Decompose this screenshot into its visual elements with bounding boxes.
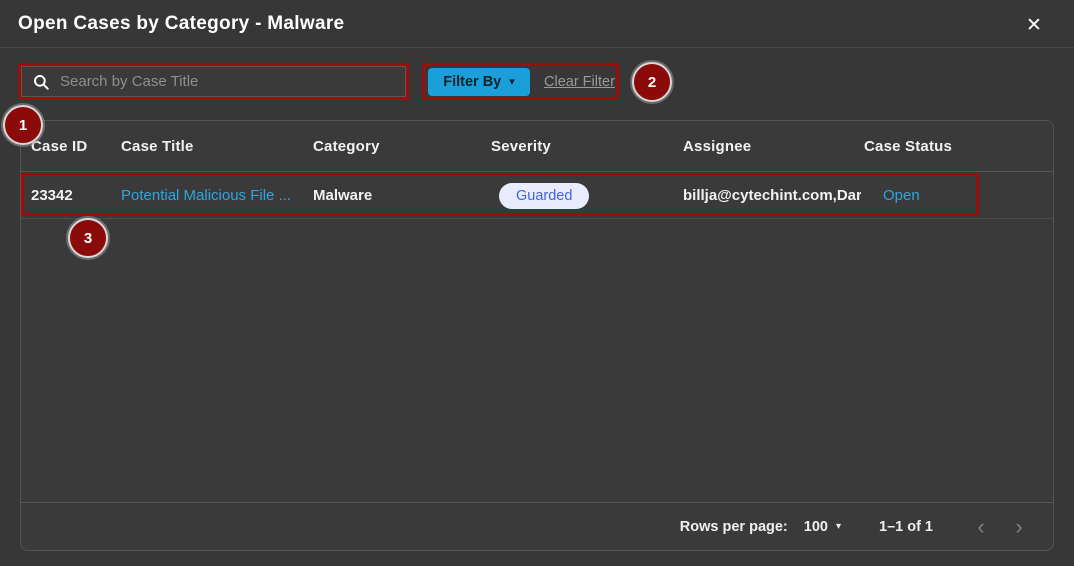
- modal-header: Open Cases by Category - Malware: [0, 0, 1074, 48]
- case-title-link[interactable]: Potential Malicious File ...: [121, 187, 291, 204]
- cell-assignee: billja@cytechint.com,Dar...: [683, 172, 861, 219]
- case-status-link[interactable]: Open: [883, 187, 920, 204]
- annotation-circle-3: 3: [68, 218, 108, 258]
- clear-filter-link[interactable]: Clear Filter: [544, 74, 615, 90]
- pagination-bar: Rows per page: 100 ▾ 1–1 of 1 ‹ ›: [21, 502, 1053, 550]
- filter-by-label: Filter By: [443, 74, 501, 90]
- filter-by-button[interactable]: Filter By ▾: [428, 68, 530, 96]
- table-header-row: Case ID Case Title Category Severity Ass…: [21, 121, 1053, 172]
- previous-page-icon[interactable]: ‹: [969, 515, 993, 539]
- chevron-down-icon: ▾: [509, 75, 515, 88]
- search-box[interactable]: [21, 66, 406, 97]
- column-header-case-status: Case Status: [864, 121, 1014, 172]
- cell-severity: Guarded: [491, 172, 681, 219]
- filter-annotation-box: Filter By ▾ Clear Filter: [422, 63, 619, 100]
- search-input[interactable]: [60, 73, 395, 90]
- chevron-down-icon: ▾: [836, 521, 841, 532]
- modal-title: Open Cases by Category - Malware: [18, 13, 344, 35]
- column-header-category: Category: [313, 121, 488, 172]
- search-icon: [32, 73, 50, 91]
- severity-badge: Guarded: [499, 183, 589, 209]
- column-header-assignee: Assignee: [683, 121, 861, 172]
- cases-table: Case ID Case Title Category Severity Ass…: [20, 120, 1054, 551]
- rows-per-page-value: 100: [804, 519, 828, 535]
- rows-per-page-label: Rows per page:: [680, 519, 788, 535]
- table-row[interactable]: 23342 Potential Malicious File ... Malwa…: [21, 172, 1053, 219]
- search-annotation-box: [18, 63, 409, 100]
- cell-case-id: 23342: [31, 172, 119, 219]
- column-header-severity: Severity: [491, 121, 681, 172]
- column-header-case-id: Case ID: [31, 121, 119, 172]
- next-page-icon[interactable]: ›: [1007, 515, 1031, 539]
- column-header-case-title: Case Title: [121, 121, 311, 172]
- open-cases-modal: Open Cases by Category - Malware ✕ Filte…: [0, 0, 1074, 566]
- page-range-label: 1–1 of 1: [879, 519, 933, 535]
- rows-per-page-select[interactable]: 100 ▾: [804, 519, 841, 535]
- annotation-circle-1: 1: [3, 105, 43, 145]
- cell-category: Malware: [313, 172, 488, 219]
- cell-case-status: Open: [864, 172, 1014, 219]
- annotation-circle-2: 2: [632, 62, 672, 102]
- cell-case-title: Potential Malicious File ...: [121, 172, 311, 219]
- close-icon[interactable]: ✕: [1022, 14, 1046, 38]
